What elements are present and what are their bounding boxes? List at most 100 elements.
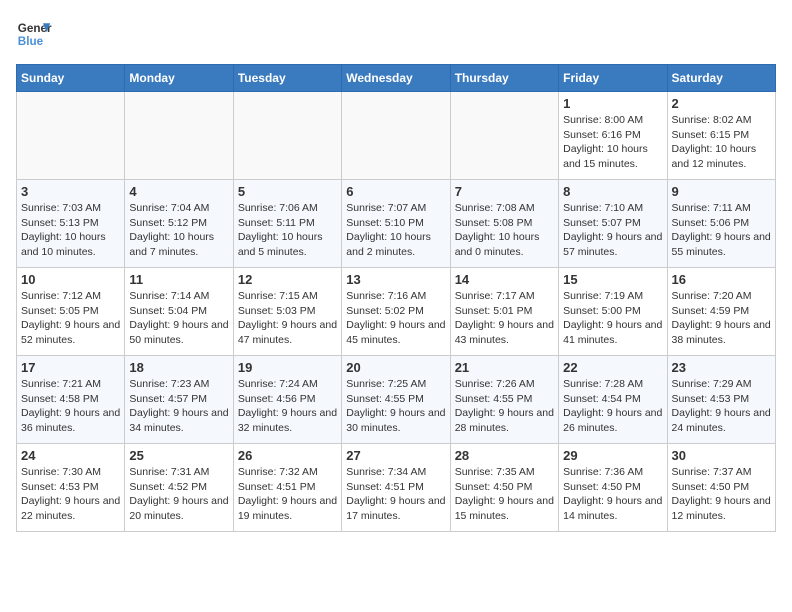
calendar-table: SundayMondayTuesdayWednesdayThursdayFrid…	[16, 64, 776, 532]
calendar-cell: 6Sunrise: 7:07 AM Sunset: 5:10 PM Daylig…	[342, 180, 450, 268]
calendar-cell: 24 Sunrise: 7:30 AM Sunset: 4:53 PM Dayli…	[17, 444, 125, 532]
day-number: 24	[21, 448, 120, 463]
calendar-cell: 7 Sunrise: 7:08 AM Sunset: 5:08 PM Daylig…	[450, 180, 558, 268]
calendar-cell: 19 Sunrise: 7:24 AM Sunset: 4:56 PM Dayli…	[233, 356, 341, 444]
day-info: Sunrise: 7:36 AM Sunset: 4:50 PM Dayligh…	[563, 465, 662, 524]
day-info: Sunrise: 7:08 AM Sunset: 5:08 PM Dayligh…	[455, 201, 554, 260]
calendar-cell: 11 Sunrise: 7:14 AM Sunset: 5:04 PM Dayli…	[125, 268, 233, 356]
calendar-cell: 12 Sunrise: 7:15 AM Sunset: 5:03 PM Dayli…	[233, 268, 341, 356]
logo-icon: General Blue	[16, 16, 52, 52]
day-info: Sunrise: 7:17 AM Sunset: 5:01 PM Dayligh…	[455, 289, 554, 348]
calendar-week-row: 17Sunrise: 7:21 AM Sunset: 4:58 PM Dayli…	[17, 356, 776, 444]
day-info: Sunrise: 7:24 AM Sunset: 4:56 PM Dayligh…	[238, 377, 337, 436]
day-number: 28	[455, 448, 554, 463]
calendar-cell: 1 Sunrise: 8:00 AM Sunset: 6:16 PM Daylig…	[559, 92, 667, 180]
day-info: Sunrise: 8:02 AM Sunset: 6:15 PM Dayligh…	[672, 113, 771, 172]
day-info: Sunrise: 7:19 AM Sunset: 5:00 PM Dayligh…	[563, 289, 662, 348]
day-info: Sunrise: 7:12 AM Sunset: 5:05 PM Dayligh…	[21, 289, 120, 348]
calendar-week-row: 10 Sunrise: 7:12 AM Sunset: 5:05 PM Dayli…	[17, 268, 776, 356]
day-number: 13	[346, 272, 445, 287]
day-number: 19	[238, 360, 337, 375]
calendar-cell: 30 Sunrise: 7:37 AM Sunset: 4:50 PM Dayli…	[667, 444, 775, 532]
day-info: Sunrise: 7:10 AM Sunset: 5:07 PM Dayligh…	[563, 201, 662, 260]
calendar-week-row: 1 Sunrise: 8:00 AM Sunset: 6:16 PM Daylig…	[17, 92, 776, 180]
day-number: 10	[21, 272, 120, 287]
calendar-cell: 18 Sunrise: 7:23 AM Sunset: 4:57 PM Dayli…	[125, 356, 233, 444]
calendar-cell: 4 Sunrise: 7:04 AM Sunset: 5:12 PM Daylig…	[125, 180, 233, 268]
day-number: 7	[455, 184, 554, 199]
day-info: Sunrise: 7:31 AM Sunset: 4:52 PM Dayligh…	[129, 465, 228, 524]
calendar-cell: 27 Sunrise: 7:34 AM Sunset: 4:51 PM Dayli…	[342, 444, 450, 532]
day-info: Sunrise: 7:03 AM Sunset: 5:13 PM Dayligh…	[21, 201, 120, 260]
day-number: 30	[672, 448, 771, 463]
weekday-header: Thursday	[450, 65, 558, 92]
day-info: Sunrise: 7:30 AM Sunset: 4:53 PM Dayligh…	[21, 465, 120, 524]
calendar-cell: 20 Sunrise: 7:25 AM Sunset: 4:55 PM Dayli…	[342, 356, 450, 444]
calendar-cell: 29 Sunrise: 7:36 AM Sunset: 4:50 PM Dayli…	[559, 444, 667, 532]
day-info: Sunrise: 7:23 AM Sunset: 4:57 PM Dayligh…	[129, 377, 228, 436]
day-number: 27	[346, 448, 445, 463]
calendar-cell	[342, 92, 450, 180]
weekday-header-row: SundayMondayTuesdayWednesdayThursdayFrid…	[17, 65, 776, 92]
day-info: Sunrise: 7:34 AM Sunset: 4:51 PM Dayligh…	[346, 465, 445, 524]
day-number: 18	[129, 360, 228, 375]
calendar-cell: 28 Sunrise: 7:35 AM Sunset: 4:50 PM Dayli…	[450, 444, 558, 532]
page-header: General Blue	[16, 16, 776, 52]
day-info: Sunrise: 7:35 AM Sunset: 4:50 PM Dayligh…	[455, 465, 554, 524]
calendar-cell: 22 Sunrise: 7:28 AM Sunset: 4:54 PM Dayli…	[559, 356, 667, 444]
day-number: 11	[129, 272, 228, 287]
calendar-week-row: 24 Sunrise: 7:30 AM Sunset: 4:53 PM Dayli…	[17, 444, 776, 532]
day-number: 4	[129, 184, 228, 199]
day-number: 8	[563, 184, 662, 199]
day-number: 9	[672, 184, 771, 199]
day-info: Sunrise: 7:04 AM Sunset: 5:12 PM Dayligh…	[129, 201, 228, 260]
day-info: Sunrise: 7:14 AM Sunset: 5:04 PM Dayligh…	[129, 289, 228, 348]
calendar-cell	[233, 92, 341, 180]
day-number: 15	[563, 272, 662, 287]
calendar-cell: 15 Sunrise: 7:19 AM Sunset: 5:00 PM Dayli…	[559, 268, 667, 356]
weekday-header: Monday	[125, 65, 233, 92]
day-info: Sunrise: 7:06 AM Sunset: 5:11 PM Dayligh…	[238, 201, 337, 260]
day-number: 17	[21, 360, 120, 375]
day-info: Sunrise: 8:00 AM Sunset: 6:16 PM Dayligh…	[563, 113, 662, 172]
weekday-header: Friday	[559, 65, 667, 92]
weekday-header: Saturday	[667, 65, 775, 92]
day-info: Sunrise: 7:07 AM Sunset: 5:10 PM Dayligh…	[346, 201, 445, 260]
calendar-cell: 2 Sunrise: 8:02 AM Sunset: 6:15 PM Daylig…	[667, 92, 775, 180]
day-number: 16	[672, 272, 771, 287]
weekday-header: Wednesday	[342, 65, 450, 92]
day-number: 5	[238, 184, 337, 199]
calendar-cell: 9Sunrise: 7:11 AM Sunset: 5:06 PM Daylig…	[667, 180, 775, 268]
calendar-cell: 16Sunrise: 7:20 AM Sunset: 4:59 PM Dayli…	[667, 268, 775, 356]
day-number: 3	[21, 184, 120, 199]
calendar-cell: 25 Sunrise: 7:31 AM Sunset: 4:52 PM Dayli…	[125, 444, 233, 532]
logo: General Blue	[16, 16, 52, 52]
calendar-cell: 8 Sunrise: 7:10 AM Sunset: 5:07 PM Daylig…	[559, 180, 667, 268]
day-info: Sunrise: 7:29 AM Sunset: 4:53 PM Dayligh…	[672, 377, 771, 436]
day-number: 23	[672, 360, 771, 375]
weekday-header: Sunday	[17, 65, 125, 92]
day-info: Sunrise: 7:15 AM Sunset: 5:03 PM Dayligh…	[238, 289, 337, 348]
day-number: 29	[563, 448, 662, 463]
day-number: 12	[238, 272, 337, 287]
day-info: Sunrise: 7:16 AM Sunset: 5:02 PM Dayligh…	[346, 289, 445, 348]
calendar-cell: 5 Sunrise: 7:06 AM Sunset: 5:11 PM Daylig…	[233, 180, 341, 268]
svg-text:Blue: Blue	[18, 35, 44, 48]
day-number: 22	[563, 360, 662, 375]
day-number: 2	[672, 96, 771, 111]
day-number: 20	[346, 360, 445, 375]
calendar-cell: 23 Sunrise: 7:29 AM Sunset: 4:53 PM Dayli…	[667, 356, 775, 444]
calendar-cell: 3 Sunrise: 7:03 AM Sunset: 5:13 PM Daylig…	[17, 180, 125, 268]
day-info: Sunrise: 7:28 AM Sunset: 4:54 PM Dayligh…	[563, 377, 662, 436]
calendar-cell: 21Sunrise: 7:26 AM Sunset: 4:55 PM Dayli…	[450, 356, 558, 444]
day-info: Sunrise: 7:26 AM Sunset: 4:55 PM Dayligh…	[455, 377, 554, 436]
calendar-cell: 10 Sunrise: 7:12 AM Sunset: 5:05 PM Dayli…	[17, 268, 125, 356]
day-number: 25	[129, 448, 228, 463]
day-info: Sunrise: 7:25 AM Sunset: 4:55 PM Dayligh…	[346, 377, 445, 436]
day-number: 1	[563, 96, 662, 111]
calendar-cell: 26Sunrise: 7:32 AM Sunset: 4:51 PM Dayli…	[233, 444, 341, 532]
calendar-cell: 17Sunrise: 7:21 AM Sunset: 4:58 PM Dayli…	[17, 356, 125, 444]
day-info: Sunrise: 7:37 AM Sunset: 4:50 PM Dayligh…	[672, 465, 771, 524]
calendar-cell: 14Sunrise: 7:17 AM Sunset: 5:01 PM Dayli…	[450, 268, 558, 356]
day-number: 26	[238, 448, 337, 463]
